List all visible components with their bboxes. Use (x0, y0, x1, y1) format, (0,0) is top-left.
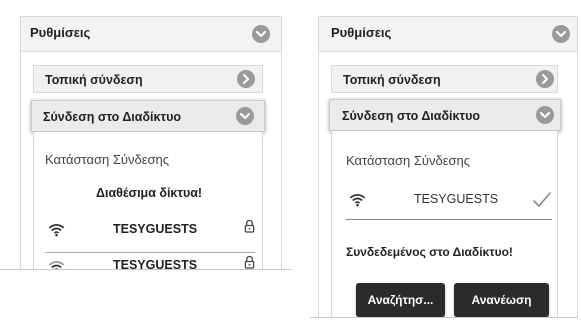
lock-icon (244, 219, 255, 233)
internet-connection-body: Κατάσταση Σύνδεσης TESYGUESTS Συνδεδεμέν… (331, 131, 558, 318)
divider-line (310, 317, 578, 318)
chevron-down-icon[interactable] (536, 106, 554, 124)
connected-network-row[interactable]: TESYGUESTS (346, 187, 552, 215)
search-button[interactable]: Αναζήτησ... (356, 283, 445, 317)
checkmark-icon (533, 192, 551, 207)
connection-status-title: Κατάσταση Σύνδεσης (346, 153, 471, 168)
divider-line (0, 269, 292, 270)
settings-header[interactable]: Ρυθμίσεις (319, 17, 577, 52)
settings-panel-left: Ρυθμίσεις Τοπική σύνδεση Σύνδεση στο Δια… (20, 16, 282, 270)
settings-title: Ρυθμίσεις (30, 25, 91, 40)
available-networks-text: Διαθέσιμα δίκτυα! (96, 186, 203, 200)
local-connection-section[interactable]: Τοπική σύνδεση (33, 65, 263, 93)
network-ssid: TESYGUESTS (414, 192, 499, 206)
internet-connection-section[interactable]: Σύνδεση στο Διαδίκτυο (329, 99, 561, 131)
row-divider (45, 252, 255, 253)
internet-connection-body: Κατάσταση Σύνδεσης Διαθέσιμα δίκτυα! TES… (33, 132, 263, 270)
settings-panel-right: Ρυθμίσεις Τοπική σύνδεση Σύνδεση στο Δια… (318, 16, 578, 318)
refresh-button[interactable]: Ανανέωση (454, 283, 549, 317)
local-connection-label: Τοπική σύνδεση (45, 73, 143, 87)
chevron-right-icon[interactable] (536, 70, 554, 88)
wifi-icon (48, 224, 65, 237)
internet-connection-label: Σύνδεση στο Διαδίκτυο (43, 110, 181, 124)
network-row[interactable]: TESYGUESTS (45, 218, 255, 246)
network-row[interactable]: TESYGUESTS (45, 255, 255, 270)
chevron-right-icon[interactable] (237, 70, 255, 88)
settings-header[interactable]: Ρυθμίσεις (21, 17, 281, 52)
connected-status-text: Συνδεδεμένος στο Διαδίκτυο! (346, 245, 513, 259)
chevron-down-icon[interactable] (252, 25, 270, 43)
local-connection-label: Τοπική σύνδεση (343, 73, 441, 87)
settings-title: Ρυθμίσεις (331, 25, 392, 40)
internet-connection-label: Σύνδεση στο Διαδίκτυο (342, 109, 480, 123)
wifi-icon (349, 194, 366, 207)
row-divider (346, 219, 552, 220)
lock-icon (244, 255, 255, 269)
chevron-down-icon[interactable] (236, 107, 254, 125)
connection-status-title: Κατάσταση Σύνδεσης (45, 152, 170, 167)
local-connection-section[interactable]: Τοπική σύνδεση (331, 65, 558, 93)
chevron-down-icon[interactable] (552, 25, 570, 43)
network-ssid: TESYGUESTS (113, 222, 198, 236)
internet-connection-section[interactable]: Σύνδεση στο Διαδίκτυο (31, 100, 265, 132)
